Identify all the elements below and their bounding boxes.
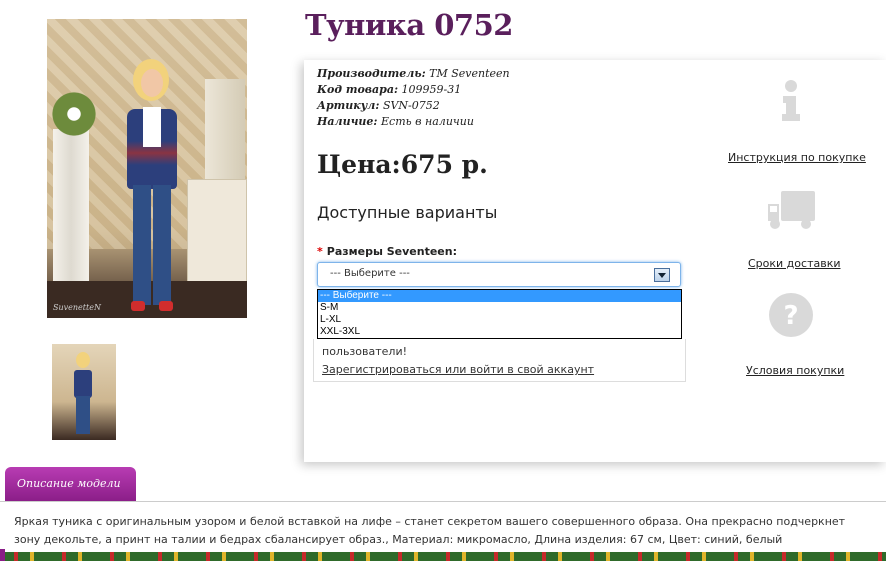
required-mark: * <box>317 245 323 258</box>
info-icon[interactable] <box>766 76 816 126</box>
product-price: Цена:675 р. <box>317 150 488 179</box>
photo-flowers <box>49 89 99 139</box>
size-select[interactable]: --- Выберите --- <box>317 262 681 287</box>
article-line: Артикул: SVN-0752 <box>317 99 440 112</box>
left-accent <box>0 549 5 561</box>
login-notice-text: пользователи! <box>322 345 408 358</box>
login-notice: пользователи! Зарегистрироваться или вой… <box>313 339 686 382</box>
stock-label: Наличие: <box>317 115 378 128</box>
manufacturer-value: TM Seventeen <box>429 67 510 80</box>
product-code-label: Код товара: <box>317 83 399 96</box>
stock-value: Есть в наличии <box>381 115 474 128</box>
product-main-photo[interactable]: SuvenetteN <box>47 19 247 318</box>
photo-cabinet <box>187 179 247 291</box>
description-panel: Яркая туника с оригинальным узором и бел… <box>0 501 886 554</box>
size-option[interactable]: S-M <box>318 302 681 314</box>
truck-icon[interactable] <box>766 186 816 236</box>
size-option[interactable]: XXL-3XL <box>318 326 681 338</box>
size-label: * Размеры Seventeen: <box>317 245 457 258</box>
size-option[interactable]: --- Выберите --- <box>318 290 681 302</box>
photo-signature: SuvenetteN <box>53 303 101 312</box>
product-code-value: 109959-31 <box>401 83 462 96</box>
size-dropdown-list[interactable]: --- Выберите --- S-M L-XL XXL-3XL <box>317 289 682 339</box>
page-title: Туника 0752 <box>305 8 513 42</box>
model-face <box>141 69 163 97</box>
tab-description[interactable]: Описание модели <box>5 467 136 502</box>
delivery-link[interactable]: Сроки доставки <box>748 257 841 270</box>
size-select-value: --- Выберите --- <box>330 268 410 279</box>
svg-text:?: ? <box>783 301 798 331</box>
stock-line: Наличие: Есть в наличии <box>317 115 474 128</box>
question-icon[interactable]: ? <box>766 291 816 341</box>
dropdown-arrow-icon[interactable] <box>654 268 670 282</box>
model-jeans <box>133 185 171 305</box>
model-shoe-right <box>159 301 173 311</box>
register-login-link[interactable]: Зарегистрироваться или войти в свой акка… <box>322 363 594 376</box>
model-white-insert <box>143 107 161 147</box>
tab-description-label: Описание модели <box>17 477 121 490</box>
product-thumbnail[interactable] <box>52 344 116 440</box>
thumb-model-hair <box>76 352 90 368</box>
terms-link[interactable]: Условия покупки <box>746 364 844 377</box>
article-value: SVN-0752 <box>382 99 440 112</box>
instructions-link[interactable]: Инструкция по покупке <box>728 151 866 164</box>
christmas-garland <box>0 552 886 561</box>
article-label: Артикул: <box>317 99 380 112</box>
size-option[interactable]: L-XL <box>318 314 681 326</box>
manufacturer-line: Производитель: TM Seventeen <box>317 67 510 80</box>
model-shoe-left <box>131 301 145 311</box>
description-text: Яркая туника с оригинальным узором и бел… <box>14 515 846 546</box>
manufacturer-label: Производитель: <box>317 67 426 80</box>
thumb-model-jeans <box>76 396 90 434</box>
product-code-line: Код товара: 109959-31 <box>317 83 461 96</box>
size-label-text: Размеры Seventeen: <box>326 245 457 258</box>
photo-column-left <box>53 129 89 289</box>
thumb-model-tunic <box>74 370 92 398</box>
variants-heading: Доступные варианты <box>317 203 498 222</box>
